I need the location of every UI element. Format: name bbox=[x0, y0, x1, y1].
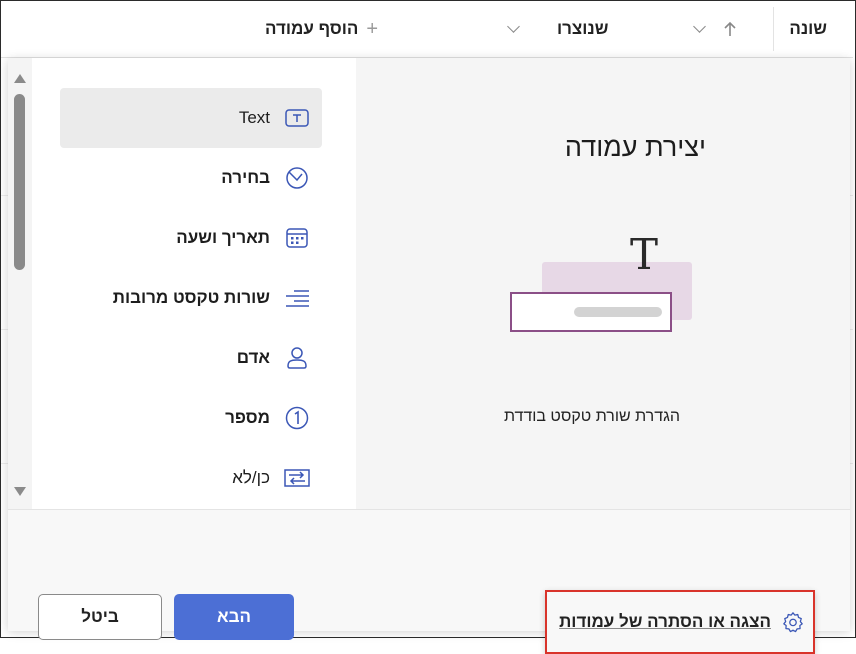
illustration-placeholder-line bbox=[574, 307, 662, 317]
field-type-date-time[interactable]: תאריך ושעה bbox=[60, 208, 322, 268]
field-type-label: Text bbox=[238, 108, 270, 127]
field-type-multiline-text[interactable]: שורות טקסט מרובות bbox=[60, 268, 322, 328]
panel-footer: ביטל הבא הצגה או הסתרה של עמודות bbox=[8, 509, 850, 654]
column-header-label: שנוצרו bbox=[557, 19, 609, 38]
scrollbar[interactable] bbox=[8, 58, 32, 509]
preview-pane: יצירת עמודה T הגדרת שורת טקסט בודדת bbox=[356, 58, 850, 509]
field-type-list: Text בחירה תאריך ושעה שורות טקסט מרובות bbox=[32, 58, 356, 509]
show-hide-columns-link[interactable]: הצגה או הסתרה של עמודות bbox=[545, 590, 815, 654]
sort-arrow-icon[interactable] bbox=[723, 1, 737, 57]
choice-icon bbox=[284, 165, 310, 191]
field-type-label: אדם bbox=[236, 348, 270, 367]
illustration-textbox bbox=[510, 292, 672, 332]
scrollbar-thumb[interactable] bbox=[14, 94, 25, 270]
list-header: שונה שנוצרו הוסף עמודה + bbox=[1, 1, 853, 58]
column-header-label: שונה bbox=[789, 19, 827, 38]
column-header-created[interactable]: שנוצרו bbox=[557, 1, 608, 57]
calendar-icon bbox=[284, 225, 310, 251]
cancel-button[interactable]: ביטל bbox=[38, 594, 162, 640]
column-header-modified[interactable]: שונה bbox=[789, 1, 827, 57]
text-icon bbox=[284, 105, 310, 131]
field-type-number[interactable]: מספר bbox=[60, 388, 322, 448]
panel-title: יצירת עמודה bbox=[564, 132, 706, 162]
field-type-text[interactable]: Text bbox=[60, 88, 322, 148]
field-type-yes-no[interactable]: כן/לא bbox=[60, 448, 322, 508]
show-hide-columns-label: הצגה או הסתרה של עמודות bbox=[559, 612, 771, 631]
next-button[interactable]: הבא bbox=[174, 594, 294, 640]
field-type-person[interactable]: אדם bbox=[60, 328, 322, 388]
plus-icon: + bbox=[366, 17, 379, 40]
yes-no-icon bbox=[284, 465, 310, 491]
field-type-label: שורות טקסט מרובות bbox=[112, 288, 270, 307]
text-type-glyph: T bbox=[630, 230, 659, 279]
add-column-button[interactable]: הוסף עמודה + bbox=[265, 1, 378, 57]
multiline-icon bbox=[284, 285, 310, 311]
field-type-label: תאריך ושעה bbox=[176, 228, 270, 247]
number-icon bbox=[284, 405, 310, 431]
field-type-description: הגדרת שורת טקסט בודדת bbox=[503, 408, 680, 425]
field-type-label: כן/לא bbox=[232, 468, 270, 487]
chevron-down-icon[interactable] bbox=[507, 1, 520, 57]
person-icon bbox=[284, 345, 310, 371]
gear-icon bbox=[781, 610, 805, 634]
add-column-label: הוסף עמודה bbox=[265, 19, 359, 38]
field-type-choice[interactable]: בחירה bbox=[60, 148, 322, 208]
chevron-down-icon[interactable] bbox=[693, 1, 706, 57]
column-divider bbox=[773, 7, 774, 51]
scroll-up-arrow-icon[interactable] bbox=[14, 74, 26, 83]
field-type-label: בחירה bbox=[221, 168, 270, 187]
create-column-panel: יצירת עמודה T הגדרת שורת טקסט בודדת Text… bbox=[8, 58, 850, 654]
scroll-down-arrow-icon[interactable] bbox=[14, 487, 26, 496]
field-type-label: מספר bbox=[225, 408, 270, 427]
